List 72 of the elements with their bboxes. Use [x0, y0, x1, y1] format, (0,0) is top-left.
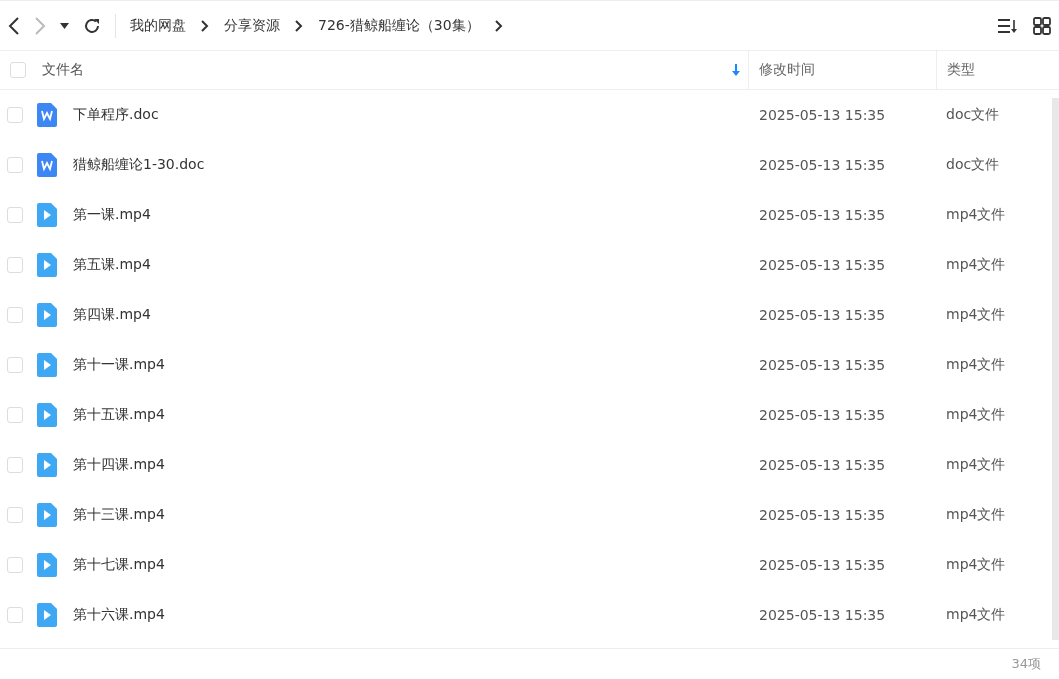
row-checkbox[interactable] — [7, 207, 23, 223]
select-all-checkbox[interactable] — [10, 62, 26, 78]
file-name[interactable]: 第十六课.mp4 — [73, 606, 165, 624]
breadcrumb-link[interactable]: 726-猎鲸船缠论（30集） — [318, 16, 480, 35]
video-file-icon — [37, 453, 57, 477]
word-document-icon — [37, 103, 57, 127]
file-type: mp4文件 — [946, 506, 1006, 524]
modified-time: 2025-05-13 15:35 — [759, 207, 886, 223]
row-checkbox[interactable] — [7, 357, 23, 373]
forward-button[interactable] — [34, 15, 46, 36]
file-name[interactable]: 第十五课.mp4 — [73, 406, 165, 424]
video-file-icon — [37, 503, 57, 527]
modified-time: 2025-05-13 15:35 — [759, 107, 886, 123]
row-checkbox[interactable] — [7, 157, 23, 173]
modified-time: 2025-05-13 15:35 — [759, 507, 886, 523]
file-name[interactable]: 第十三课.mp4 — [73, 506, 165, 524]
row-checkbox[interactable] — [7, 607, 23, 623]
file-name[interactable]: 第四课.mp4 — [73, 306, 151, 324]
history-dropdown-button[interactable] — [60, 22, 69, 29]
file-name[interactable]: 猎鲸船缠论1-30.doc — [73, 156, 205, 174]
file-type: doc文件 — [946, 106, 1000, 124]
row-checkbox[interactable] — [7, 307, 23, 323]
modified-time: 2025-05-13 15:35 — [759, 557, 886, 573]
refresh-button[interactable] — [83, 16, 101, 35]
item-count: 34项 — [1011, 655, 1041, 673]
modified-time: 2025-05-13 15:35 — [759, 607, 886, 623]
file-type: mp4文件 — [946, 256, 1006, 274]
row-checkbox[interactable] — [7, 407, 23, 423]
file-name[interactable]: 第十四课.mp4 — [73, 456, 165, 474]
file-name[interactable]: 第五课.mp4 — [73, 256, 151, 274]
file-type: mp4文件 — [946, 356, 1006, 374]
file-type: mp4文件 — [946, 456, 1006, 474]
chevron-icon — [294, 19, 304, 32]
video-file-icon — [37, 603, 57, 627]
sort-button[interactable] — [997, 16, 1019, 35]
modified-time: 2025-05-13 15:35 — [759, 307, 886, 323]
file-type: mp4文件 — [946, 606, 1006, 624]
breadcrumb-link[interactable]: 分享资源 — [224, 16, 280, 35]
row-checkbox[interactable] — [7, 507, 23, 523]
column-header[interactable]: 文件名 — [42, 61, 84, 79]
file-type: mp4文件 — [946, 556, 1006, 574]
modified-time: 2025-05-13 15:35 — [759, 157, 886, 173]
row-checkbox[interactable] — [7, 557, 23, 573]
grid-view-button[interactable] — [1033, 16, 1051, 35]
column-header[interactable]: 类型 — [947, 61, 975, 79]
modified-time: 2025-05-13 15:35 — [759, 257, 886, 273]
row-checkbox[interactable] — [7, 107, 23, 123]
column-header[interactable]: 修改时间 — [759, 61, 815, 79]
word-document-icon — [37, 153, 57, 177]
file-type: mp4文件 — [946, 206, 1006, 224]
modified-time: 2025-05-13 15:35 — [759, 457, 886, 473]
video-file-icon — [37, 403, 57, 427]
video-file-icon — [37, 203, 57, 227]
video-file-icon — [37, 553, 57, 577]
chevron-icon — [200, 19, 210, 32]
file-type: doc文件 — [946, 156, 1000, 174]
chevron-icon — [493, 19, 504, 32]
video-file-icon — [37, 353, 57, 377]
file-name[interactable]: 第十一课.mp4 — [73, 356, 165, 374]
video-file-icon — [37, 253, 57, 277]
file-name[interactable]: 下单程序.doc — [73, 106, 159, 124]
row-checkbox[interactable] — [7, 257, 23, 273]
back-button[interactable] — [8, 15, 20, 36]
row-checkbox[interactable] — [7, 457, 23, 473]
file-type: mp4文件 — [946, 406, 1006, 424]
modified-time: 2025-05-13 15:35 — [759, 407, 886, 423]
breadcrumb-link[interactable]: 我的网盘 — [130, 16, 186, 35]
file-name[interactable]: 第十七课.mp4 — [73, 556, 165, 574]
modified-time: 2025-05-13 15:35 — [759, 357, 886, 373]
file-name[interactable]: 第一课.mp4 — [73, 206, 151, 224]
file-type: mp4文件 — [946, 306, 1006, 324]
video-file-icon — [37, 303, 57, 327]
